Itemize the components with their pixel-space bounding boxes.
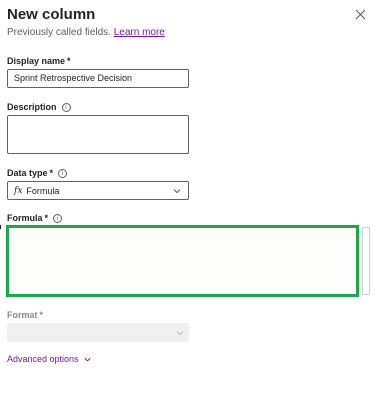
format-dropdown [7,323,189,342]
display-name-input[interactable]: Sprint Retrospective Decision [7,69,189,88]
data-type-selected: Formula [26,185,60,196]
chevron-down-icon [176,330,184,335]
text-cursor-mark [0,225,1,229]
chevron-down-icon [84,357,91,361]
description-label: Description i [7,102,71,112]
description-label-text: Description [7,102,57,112]
required-marker: * [44,213,49,223]
panel-title: New column [7,6,96,23]
required-marker: * [49,168,54,178]
close-icon[interactable] [355,9,366,20]
info-icon[interactable]: i [61,103,71,112]
required-marker: * [39,310,44,320]
required-marker: * [67,56,71,66]
formula-fx-icon: fx [14,185,23,196]
data-type-dropdown[interactable]: fx Formula [7,181,189,200]
display-name-label-text: Display name [7,56,66,66]
advanced-options-toggle[interactable]: Advanced options [7,354,92,364]
display-name-label: Display name * [7,56,71,66]
info-icon[interactable]: i [53,214,63,223]
formula-label-text: Formula [7,213,43,223]
format-label: Format * [7,310,43,320]
formula-editor[interactable] [6,225,359,297]
advanced-options-label: Advanced options [7,354,79,364]
formula-scrollbar[interactable] [362,227,370,295]
info-icon[interactable]: i [58,169,68,178]
format-label-text: Format [7,310,38,320]
panel-subtitle: Previously called fields. Learn more [7,27,165,38]
formula-label: Formula * i [7,213,63,223]
chevron-down-icon [173,188,181,193]
data-type-label-text: Data type [7,168,48,178]
data-type-label: Data type * i [7,168,68,178]
learn-more-link[interactable]: Learn more [114,27,165,38]
subtitle-text: Previously called fields. [7,27,111,38]
description-textarea[interactable] [7,115,189,154]
